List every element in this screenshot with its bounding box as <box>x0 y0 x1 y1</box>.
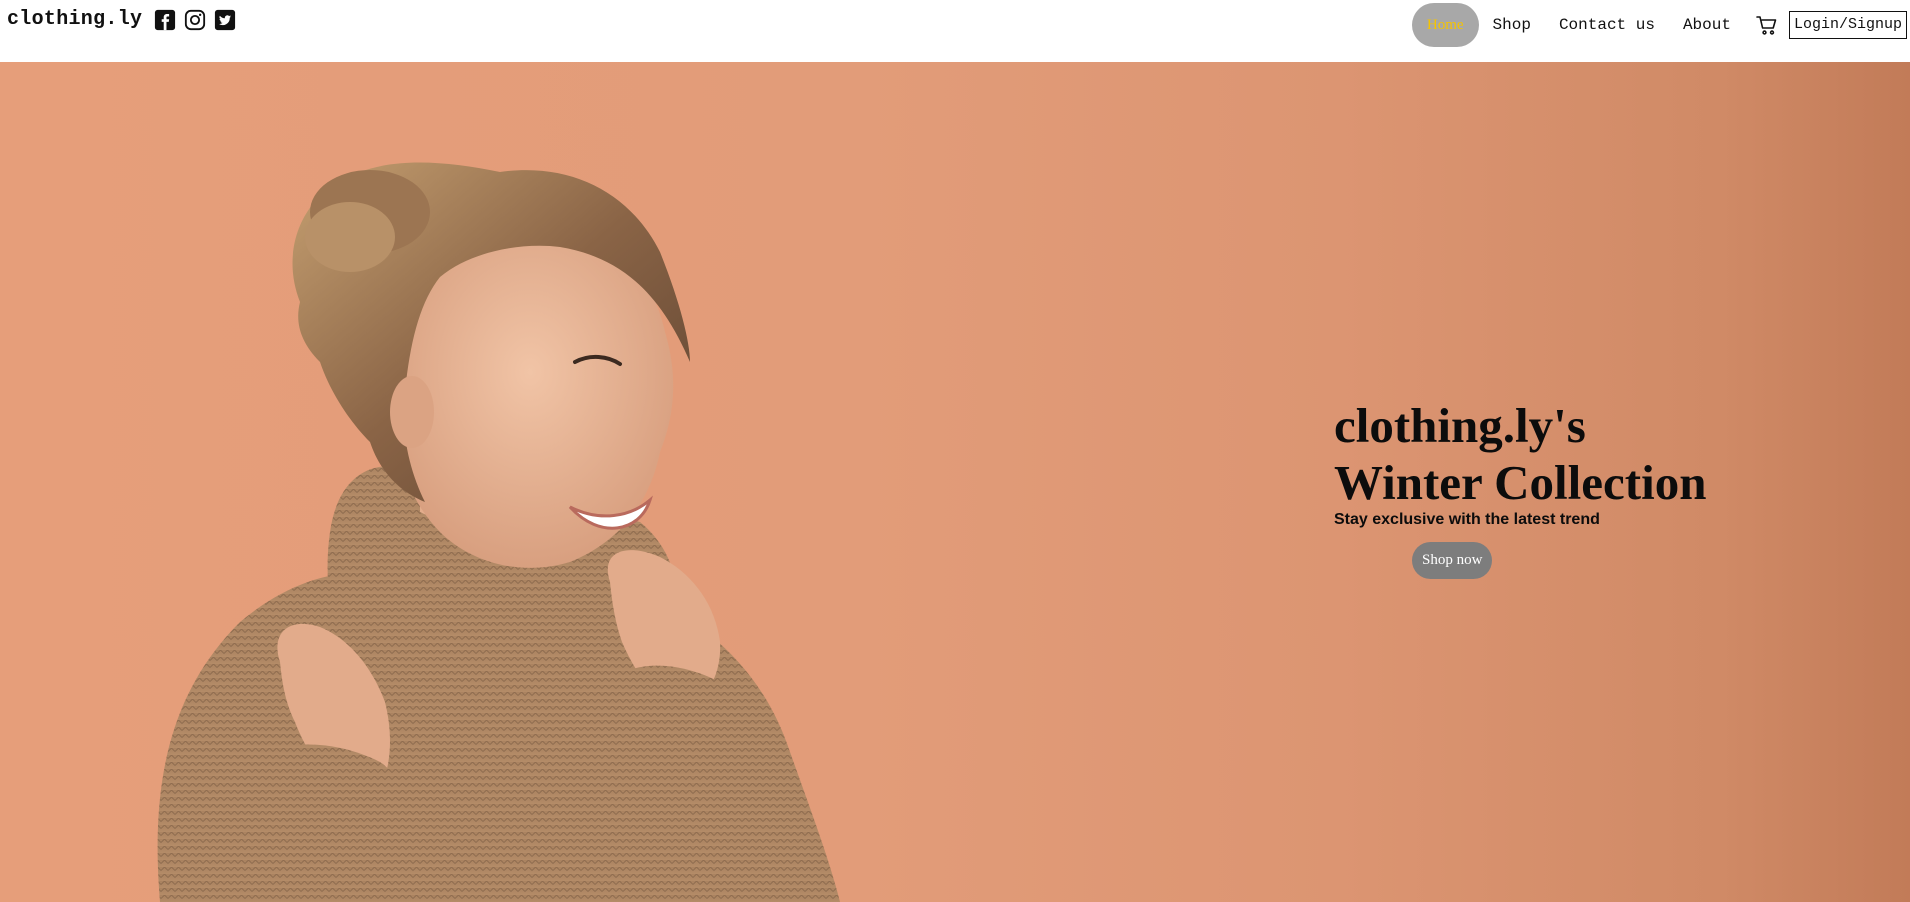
nav-home[interactable]: Home <box>1411 3 1479 47</box>
hero-title: clothing.ly's Winter Collection <box>1334 397 1854 511</box>
nav-menu: Home Shop Contact us About Login/Signup <box>1411 3 1910 47</box>
hero-title-line1: clothing.ly's <box>1334 398 1586 453</box>
nav-about[interactable]: About <box>1669 3 1745 47</box>
hero-model-image <box>157 162 840 902</box>
hero-banner: clothing.ly's Winter Collection Stay exc… <box>0 62 1910 902</box>
login-signup-button[interactable]: Login/Signup <box>1788 11 1907 39</box>
navbar: clothing.ly Home Shop Contact us About L… <box>0 0 1910 62</box>
nav-shop[interactable]: Shop <box>1479 3 1545 47</box>
instagram-icon[interactable] <box>184 9 206 31</box>
twitter-icon[interactable] <box>214 9 236 31</box>
shop-now-button[interactable]: Shop now <box>1412 542 1493 579</box>
brand: clothing.ly <box>7 8 236 31</box>
nav-contact[interactable]: Contact us <box>1545 3 1669 47</box>
hero-content: clothing.ly's Winter Collection Stay exc… <box>1334 397 1854 579</box>
hero-subtitle: Stay exclusive with the latest trend <box>1334 511 1600 528</box>
brand-logo[interactable]: clothing.ly <box>7 8 142 31</box>
cart-icon[interactable] <box>1755 13 1779 37</box>
facebook-icon[interactable] <box>154 9 176 31</box>
hero-title-line2: Winter Collection <box>1334 455 1707 510</box>
